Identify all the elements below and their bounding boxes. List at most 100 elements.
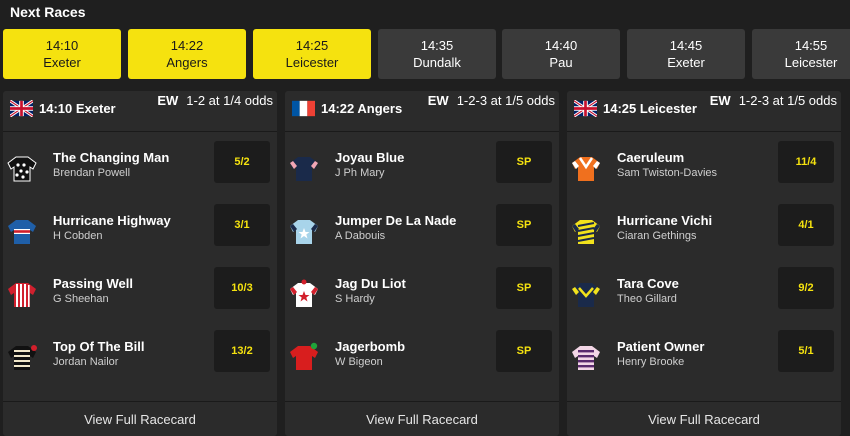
uk-flag-icon <box>574 100 597 117</box>
ew-label: EW <box>427 93 449 108</box>
odds-button[interactable]: SP <box>496 141 552 183</box>
odds-button[interactable]: 5/2 <box>214 141 270 183</box>
odds-button[interactable]: 13/2 <box>214 330 270 372</box>
jockey-name: Theo Gillard <box>617 293 677 305</box>
race-card-header: 14:10 Exeter EW 1-2 at 1/4 odds <box>3 91 277 132</box>
race-tab-1435-dundalk[interactable]: 14:35 Dundalk <box>378 29 496 79</box>
race-tab-time: 14:22 <box>170 38 204 53</box>
race-tab-course: Angers <box>166 55 208 70</box>
runner-row[interactable]: Jag Du Liot S Hardy SP <box>285 265 559 327</box>
odds-button[interactable]: SP <box>496 330 552 372</box>
runner-row[interactable]: Patient Owner Henry Brooke 5/1 <box>567 328 841 390</box>
jockey-name: W Bigeon <box>335 356 383 368</box>
race-card-angers: 14:22 Angers EW 1-2-3 at 1/5 odds Joyau B… <box>285 91 559 436</box>
race-tab-1445-exeter[interactable]: 14:45 Exeter <box>627 29 745 79</box>
runner-name: Hurricane Highway <box>53 213 171 228</box>
race-tabs: 14:10 Exeter 14:22 Angers 14:25 Leiceste… <box>3 29 850 80</box>
race-tab-course: Pau <box>549 55 573 70</box>
runner-row[interactable]: Joyau Blue J Ph Mary SP <box>285 139 559 201</box>
race-tab-1440-pau[interactable]: 14:40 Pau <box>502 29 620 79</box>
runner-row[interactable]: Jagerbomb W Bigeon SP <box>285 328 559 390</box>
race-tab-1410-exeter[interactable]: 14:10 Exeter <box>3 29 121 79</box>
race-tab-1455-leicester[interactable]: 14:55 Leicester <box>752 29 850 79</box>
odds-button[interactable]: SP <box>496 204 552 246</box>
race-tab-time: 14:55 <box>794 38 828 53</box>
runner-name: The Changing Man <box>53 150 170 165</box>
ew-label: EW <box>157 93 179 108</box>
runner-row[interactable]: Passing Well G Sheehan 10/3 <box>3 265 277 327</box>
race-tab-course: Dundalk <box>413 55 461 70</box>
lightblue-star-silk-icon <box>290 220 318 244</box>
runner-name: Jagerbomb <box>335 339 406 354</box>
next-races-title: Next Races <box>10 4 86 20</box>
race-tab-time: 14:10 <box>45 38 79 53</box>
race-tab-course: Leicester <box>784 55 838 70</box>
odds-button[interactable]: 3/1 <box>214 204 270 246</box>
navy-yellow-silk-icon <box>572 283 600 307</box>
red-green-silk-icon <box>290 342 318 370</box>
ew-terms-text: 1-2-3 at 1/5 odds <box>738 93 837 108</box>
runner-row[interactable]: Jumper De La Nade A Dabouis SP <box>285 202 559 264</box>
jockey-name: Jordan Nailor <box>53 356 119 368</box>
race-title: 14:10 Exeter <box>39 101 116 116</box>
odds-button[interactable]: 10/3 <box>214 267 270 309</box>
race-card-leicester: 14:25 Leicester EW 1-2-3 at 1/5 odds Caer… <box>567 91 841 436</box>
race-card-header: 14:25 Leicester EW 1-2-3 at 1/5 odds <box>567 91 841 132</box>
runner-row[interactable]: The Changing Man Brendan Powell 5/2 <box>3 139 277 201</box>
view-full-racecard-link[interactable]: View Full Racecard <box>285 401 559 436</box>
odds-button[interactable]: SP <box>496 267 552 309</box>
uk-flag-icon <box>10 100 33 117</box>
runner-row[interactable]: Caeruleum Sam Twiston-Davies 11/4 <box>567 139 841 201</box>
jockey-name: J Ph Mary <box>335 167 385 179</box>
jockey-name: Henry Brooke <box>617 356 685 368</box>
jockey-name: S Hardy <box>335 293 375 305</box>
each-way-terms: EW 1-2-3 at 1/5 odds <box>710 93 837 108</box>
runner-name: Jag Du Liot <box>335 276 406 291</box>
runner-row[interactable]: Hurricane Highway H Cobden 3/1 <box>3 202 277 264</box>
race-title: 14:22 Angers <box>321 101 403 116</box>
ew-terms-text: 1-2-3 at 1/5 odds <box>456 93 555 108</box>
odds-button[interactable]: 4/1 <box>778 204 834 246</box>
odds-button[interactable]: 11/4 <box>778 141 834 183</box>
runner-row[interactable]: Tara Cove Theo Gillard 9/2 <box>567 265 841 327</box>
runner-name: Joyau Blue <box>335 150 405 165</box>
blue-red-silk-icon <box>8 220 36 244</box>
race-tab-course: Leicester <box>285 55 339 70</box>
jockey-name: A Dabouis <box>335 230 386 242</box>
each-way-terms: EW 1-2 at 1/4 odds <box>157 93 273 108</box>
jockey-name: Brendan Powell <box>53 167 131 179</box>
view-full-racecard-link[interactable]: View Full Racecard <box>3 401 277 436</box>
ew-terms-text: 1-2 at 1/4 odds <box>186 93 273 108</box>
runner-row[interactable]: Top Of The Bill Jordan Nailor 13/2 <box>3 328 277 390</box>
race-tab-course: Exeter <box>43 55 81 70</box>
race-tab-time: 14:40 <box>544 38 578 53</box>
race-tab-course: Exeter <box>667 55 705 70</box>
navy-pink-silk-icon <box>290 157 318 181</box>
race-card-header: 14:22 Angers EW 1-2-3 at 1/5 odds <box>285 91 559 132</box>
runner-name: Patient Owner <box>617 339 705 354</box>
ew-label: EW <box>709 93 731 108</box>
odds-button[interactable]: 5/1 <box>778 330 834 372</box>
jockey-name: G Sheehan <box>53 293 109 305</box>
race-tab-1422-angers[interactable]: 14:22 Angers <box>128 29 246 79</box>
white-red-star-silk-icon <box>290 279 318 307</box>
odds-button[interactable]: 9/2 <box>778 267 834 309</box>
yellow-navy-silk-icon <box>572 220 600 244</box>
runner-name: Top Of The Bill <box>53 339 145 354</box>
black-white-silk-icon <box>7 156 37 182</box>
race-tab-time: 14:25 <box>295 38 329 53</box>
race-tab-time: 14:45 <box>669 38 703 53</box>
runner-row[interactable]: Hurricane Vichi Ciaran Gethings 4/1 <box>567 202 841 264</box>
jockey-name: Ciaran Gethings <box>617 230 697 242</box>
runner-name: Hurricane Vichi <box>617 213 713 228</box>
runner-name: Passing Well <box>53 276 133 291</box>
jockey-name: Sam Twiston-Davies <box>617 167 718 179</box>
runner-name: Jumper De La Nade <box>335 213 457 228</box>
runner-name: Tara Cove <box>617 276 679 291</box>
each-way-terms: EW 1-2-3 at 1/5 odds <box>428 93 555 108</box>
view-full-racecard-link[interactable]: View Full Racecard <box>567 401 841 436</box>
race-tab-1425-leicester[interactable]: 14:25 Leicester <box>253 29 371 79</box>
purple-pink-silk-icon <box>572 346 600 370</box>
race-tab-time: 14:35 <box>420 38 454 53</box>
black-cream-hoops-silk-icon <box>8 345 37 370</box>
